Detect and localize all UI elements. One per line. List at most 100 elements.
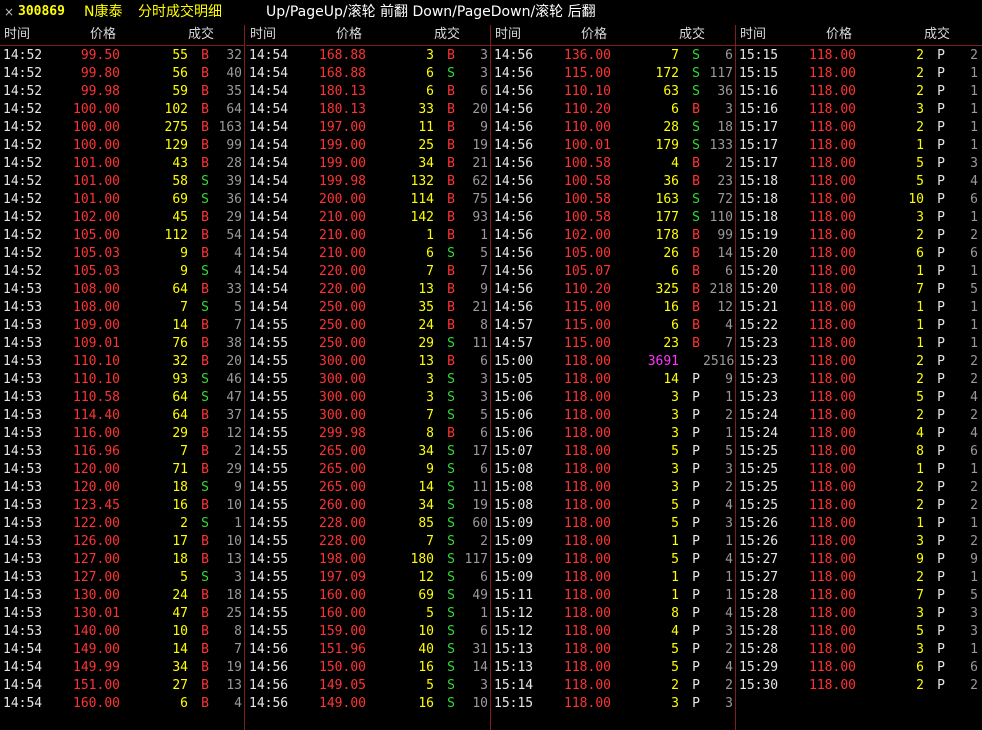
tick-time: 14:52 (3, 66, 43, 81)
tick-row: 15:15 118.00 2 P 1 (736, 65, 982, 83)
tick-count: 6 (480, 624, 488, 639)
tick-price: 108.00 (73, 300, 120, 315)
tick-price: 118.00 (564, 588, 611, 603)
tick-volume: 11 (418, 120, 434, 135)
tick-count: 9 (480, 282, 488, 297)
tick-count: 1 (970, 570, 978, 585)
tick-time: 15:25 (739, 498, 779, 513)
tick-price: 118.00 (564, 408, 611, 423)
tick-volume: 7 (916, 282, 924, 297)
tick-direction: S (692, 120, 700, 135)
tick-row: 14:56 105.07 6 B 6 (491, 263, 735, 281)
tick-row: 14:52 100.00 129 B 99 (0, 137, 244, 155)
tick-direction: P (937, 570, 945, 585)
tick-row: 14:53 126.00 17 B 10 (0, 533, 244, 551)
tick-table[interactable]: 时间 价格 成交 14:52 99.50 55 B 32 14:52 99.80 56 B 40 1… (0, 25, 982, 730)
tick-volume: 16 (663, 300, 679, 315)
tick-count: 12 (226, 426, 242, 441)
tick-time: 15:05 (494, 372, 534, 387)
tick-count: 4 (725, 660, 733, 675)
tick-volume: 3 (916, 102, 924, 117)
tick-count: 60 (472, 516, 488, 531)
tick-row: 14:54 210.00 1 B 1 (246, 227, 490, 245)
tick-row: 14:55 197.09 12 S 6 (246, 569, 490, 587)
header-time: 时间 (495, 27, 522, 42)
tick-direction: P (937, 318, 945, 333)
tick-count: 20 (226, 354, 242, 369)
tick-count: 9 (234, 480, 242, 495)
tick-count: 5 (480, 408, 488, 423)
tick-time: 14:53 (3, 318, 43, 333)
tick-row: 15:28 118.00 3 P 3 (736, 605, 982, 623)
tick-price: 118.00 (809, 210, 856, 225)
tick-time: 14:55 (249, 480, 289, 495)
tick-time: 14:53 (3, 534, 43, 549)
tick-price: 265.00 (319, 444, 366, 459)
tick-time: 15:24 (739, 426, 779, 441)
tick-count: 10 (472, 696, 488, 711)
tick-direction: P (937, 192, 945, 207)
tick-price: 118.00 (809, 228, 856, 243)
tick-volume: 6 (916, 246, 924, 261)
tick-row: 14:56 105.00 26 B 14 (491, 245, 735, 263)
close-icon[interactable]: × (4, 0, 14, 24)
tick-volume: 10 (418, 624, 434, 639)
tick-direction: B (201, 552, 209, 567)
tick-volume: 7 (180, 444, 188, 459)
tick-time: 14:56 (494, 120, 534, 135)
tick-row: 14:52 101.00 58 S 39 (0, 173, 244, 191)
tick-count: 5 (725, 444, 733, 459)
tick-volume: 5 (916, 624, 924, 639)
tick-row: 15:08 118.00 3 P 3 (491, 461, 735, 479)
tick-row: 15:07 118.00 5 P 5 (491, 443, 735, 461)
tick-direction: B (447, 156, 455, 171)
tick-volume: 7 (671, 48, 679, 63)
tick-direction: B (447, 354, 455, 369)
tick-volume: 47 (172, 606, 188, 621)
tick-price: 118.00 (809, 318, 856, 333)
tick-time: 14:52 (3, 246, 43, 261)
tick-direction: P (692, 516, 700, 531)
tick-row: 14:53 110.58 64 S 47 (0, 389, 244, 407)
tick-row: 15:17 118.00 1 P 1 (736, 137, 982, 155)
tick-row: 14:53 120.00 18 S 9 (0, 479, 244, 497)
stock-code: 300869 (18, 4, 65, 19)
tick-direction: S (692, 66, 700, 81)
tick-count: 6 (970, 660, 978, 675)
tick-time: 14:54 (249, 282, 289, 297)
tick-row: 14:52 105.03 9 B 4 (0, 245, 244, 263)
tick-volume: 6 (426, 66, 434, 81)
tick-price: 110.00 (564, 120, 611, 135)
tick-time: 15:30 (739, 678, 779, 693)
tick-price: 118.00 (809, 372, 856, 387)
tick-direction: B (201, 336, 209, 351)
tick-volume: 1 (916, 318, 924, 333)
tick-time: 15:28 (739, 624, 779, 639)
tick-count: 1 (480, 606, 488, 621)
tick-direction: B (201, 444, 209, 459)
tick-row: 15:00 118.00 3691 2516 (491, 353, 735, 371)
tick-time: 14:56 (494, 282, 534, 297)
tick-time: 15:17 (739, 120, 779, 135)
tick-volume: 34 (418, 444, 434, 459)
tick-count: 9 (480, 120, 488, 135)
tick-time: 15:20 (739, 246, 779, 261)
tick-row: 14:56 115.00 172 S 117 (491, 65, 735, 83)
tick-time: 15:23 (739, 336, 779, 351)
tick-price: 99.50 (80, 48, 120, 63)
tick-rows: 15:15 118.00 2 P 2 15:15 118.00 2 P 1 15:16 118.00 2… (736, 47, 982, 695)
tick-time: 14:56 (249, 696, 289, 711)
tick-time: 14:56 (494, 156, 534, 171)
tick-count: 37 (226, 408, 242, 423)
tick-row: 15:15 118.00 3 P 3 (491, 695, 735, 713)
tick-direction: S (201, 300, 209, 315)
tick-count: 23 (717, 174, 733, 189)
tick-price: 118.00 (809, 606, 856, 621)
tick-volume: 142 (410, 210, 434, 225)
tick-row: 14:54 200.00 114 B 75 (246, 191, 490, 209)
tick-row: 15:25 118.00 2 P 2 (736, 497, 982, 515)
tick-time: 15:09 (494, 534, 534, 549)
tick-direction: P (937, 606, 945, 621)
tick-count: 99 (717, 228, 733, 243)
tick-direction: B (447, 120, 455, 135)
